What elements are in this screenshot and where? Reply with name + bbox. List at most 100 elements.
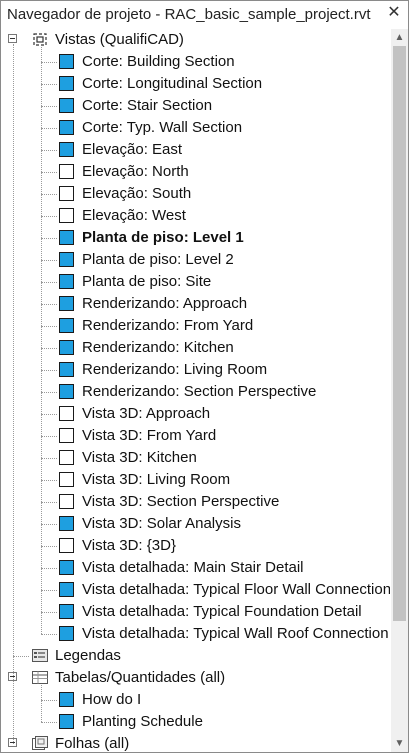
tree-connector-line	[41, 106, 57, 107]
view-placed-icon	[59, 384, 74, 399]
view-placed-icon	[59, 274, 74, 289]
views-root-collapse-icon[interactable]	[8, 34, 17, 43]
view-placed-icon	[59, 560, 74, 575]
view-item[interactable]: Vista detalhada: Main Stair Detail	[1, 557, 390, 579]
project-tree: Vistas (QualifiCAD) Corte: Building Secti…	[1, 29, 390, 752]
tree-connector-line	[41, 172, 57, 173]
view-item-label: Vista 3D: Solar Analysis	[82, 515, 241, 532]
schedule-item-label: Planting Schedule	[82, 713, 203, 730]
view-item-label: Planta de piso: Level 1	[82, 229, 244, 246]
view-item[interactable]: Vista 3D: Kitchen	[1, 447, 390, 469]
view-item[interactable]: Elevação: South	[1, 183, 390, 205]
view-item[interactable]: Renderizando: Kitchen	[1, 337, 390, 359]
tree-connector-line	[41, 436, 57, 437]
view-unplaced-icon	[59, 186, 74, 201]
view-item[interactable]: Elevação: North	[1, 161, 390, 183]
view-placed-icon	[59, 54, 74, 69]
panel-titlebar: Navegador de projeto - RAC_basic_sample_…	[1, 1, 408, 27]
view-item-label: Renderizando: Kitchen	[82, 339, 234, 356]
tree-connector-line	[41, 480, 57, 481]
tree-connector-line	[41, 282, 57, 283]
schedules-root-row[interactable]: Tabelas/Quantidades (all)	[1, 667, 390, 689]
tree-connector-line	[41, 150, 57, 151]
view-item-label: Corte: Stair Section	[82, 97, 213, 114]
view-item[interactable]: Planta de piso: Level 1	[1, 227, 390, 249]
view-item[interactable]: Elevação: West	[1, 205, 390, 227]
scroll-thumb[interactable]	[393, 46, 406, 621]
view-item[interactable]: Elevação: East	[1, 139, 390, 161]
tree-connector-line	[41, 568, 57, 569]
views-icon	[33, 33, 47, 46]
view-placed-icon	[59, 604, 74, 619]
view-item-label: Renderizando: Living Room	[82, 361, 268, 378]
view-item-label: Vista 3D: {3D}	[82, 537, 176, 554]
view-placed-icon	[59, 626, 74, 641]
view-item[interactable]: Renderizando: Approach	[1, 293, 390, 315]
view-unplaced-icon	[59, 406, 74, 421]
view-item-label: Vista 3D: Approach	[82, 405, 211, 422]
close-icon[interactable]: ✕	[385, 3, 403, 23]
view-placed-icon	[59, 362, 74, 377]
view-unplaced-icon	[59, 494, 74, 509]
view-item-label: Vista 3D: Living Room	[82, 471, 231, 488]
view-item-label: Vista 3D: Kitchen	[82, 449, 197, 466]
legends-row[interactable]: Legendas	[1, 645, 390, 667]
view-placed-icon	[59, 98, 74, 113]
view-item-label: Renderizando: Section Perspective	[82, 383, 317, 400]
scroll-up-arrow-icon[interactable]: ▲	[391, 29, 408, 46]
vertical-scrollbar[interactable]: ▲ ▼	[391, 29, 408, 752]
view-item[interactable]: Vista 3D: Solar Analysis	[1, 513, 390, 535]
sheets-root-row[interactable]: Folhas (all)	[1, 733, 390, 752]
scroll-down-arrow-icon[interactable]: ▼	[391, 735, 408, 752]
schedule-item[interactable]: How do I	[1, 689, 390, 711]
view-item[interactable]: Planta de piso: Level 2	[1, 249, 390, 271]
view-item-label: Elevação: South	[82, 185, 192, 202]
sheets-icon	[32, 736, 48, 750]
view-item-label: Corte: Longitudinal Section	[82, 75, 263, 92]
view-item-label: Elevação: West	[82, 207, 186, 224]
view-placed-icon	[59, 230, 74, 245]
view-item[interactable]: Vista detalhada: Typical Wall Roof Conne…	[1, 623, 390, 645]
view-item-label: Vista detalhada: Typical Wall Roof Conne…	[82, 625, 389, 642]
schedule-item[interactable]: Planting Schedule	[1, 711, 390, 733]
view-unplaced-icon	[59, 450, 74, 465]
view-item[interactable]: Vista 3D: Approach	[1, 403, 390, 425]
view-unplaced-icon	[59, 208, 74, 223]
tree-connector-line	[41, 458, 57, 459]
views-root-row[interactable]: Vistas (QualifiCAD)	[1, 29, 390, 51]
view-item[interactable]: Corte: Stair Section	[1, 95, 390, 117]
view-item[interactable]: Vista detalhada: Typical Foundation Deta…	[1, 601, 390, 623]
view-item-label: Corte: Building Section	[82, 53, 235, 70]
view-item-label: Vista detalhada: Typical Foundation Deta…	[82, 603, 362, 620]
tree-connector-line	[13, 656, 29, 657]
table-icon	[32, 671, 48, 684]
tree-connector-line	[41, 348, 57, 349]
view-item[interactable]: Renderizando: From Yard	[1, 315, 390, 337]
view-item[interactable]: Vista 3D: From Yard	[1, 425, 390, 447]
project-browser-panel: Navegador de projeto - RAC_basic_sample_…	[0, 0, 409, 753]
view-placed-icon	[59, 714, 74, 729]
view-placed-icon	[59, 516, 74, 531]
tree-connector-line	[41, 524, 57, 525]
view-item-label: Renderizando: Approach	[82, 295, 248, 312]
view-item-label: Vista 3D: Section Perspective	[82, 493, 280, 510]
view-item[interactable]: Corte: Longitudinal Section	[1, 73, 390, 95]
tree-connector-line	[41, 590, 57, 591]
view-item[interactable]: Vista detalhada: Typical Floor Wall Conn…	[1, 579, 390, 601]
tree-connector-line	[41, 304, 57, 305]
view-item[interactable]: Vista 3D: {3D}	[1, 535, 390, 557]
view-unplaced-icon	[59, 472, 74, 487]
view-placed-icon	[59, 296, 74, 311]
view-item[interactable]: Planta de piso: Site	[1, 271, 390, 293]
tree-connector-line	[41, 612, 57, 613]
view-item[interactable]: Renderizando: Section Perspective	[1, 381, 390, 403]
panel-title: Navegador de projeto - RAC_basic_sample_…	[7, 6, 371, 23]
view-item-label: Renderizando: From Yard	[82, 317, 254, 334]
views-root-label: Vistas (QualifiCAD)	[55, 31, 184, 48]
view-item[interactable]: Renderizando: Living Room	[1, 359, 390, 381]
tree-connector-line	[41, 47, 42, 634]
view-item[interactable]: Corte: Building Section	[1, 51, 390, 73]
view-item[interactable]: Corte: Typ. Wall Section	[1, 117, 390, 139]
view-item[interactable]: Vista 3D: Section Perspective	[1, 491, 390, 513]
view-item[interactable]: Vista 3D: Living Room	[1, 469, 390, 491]
